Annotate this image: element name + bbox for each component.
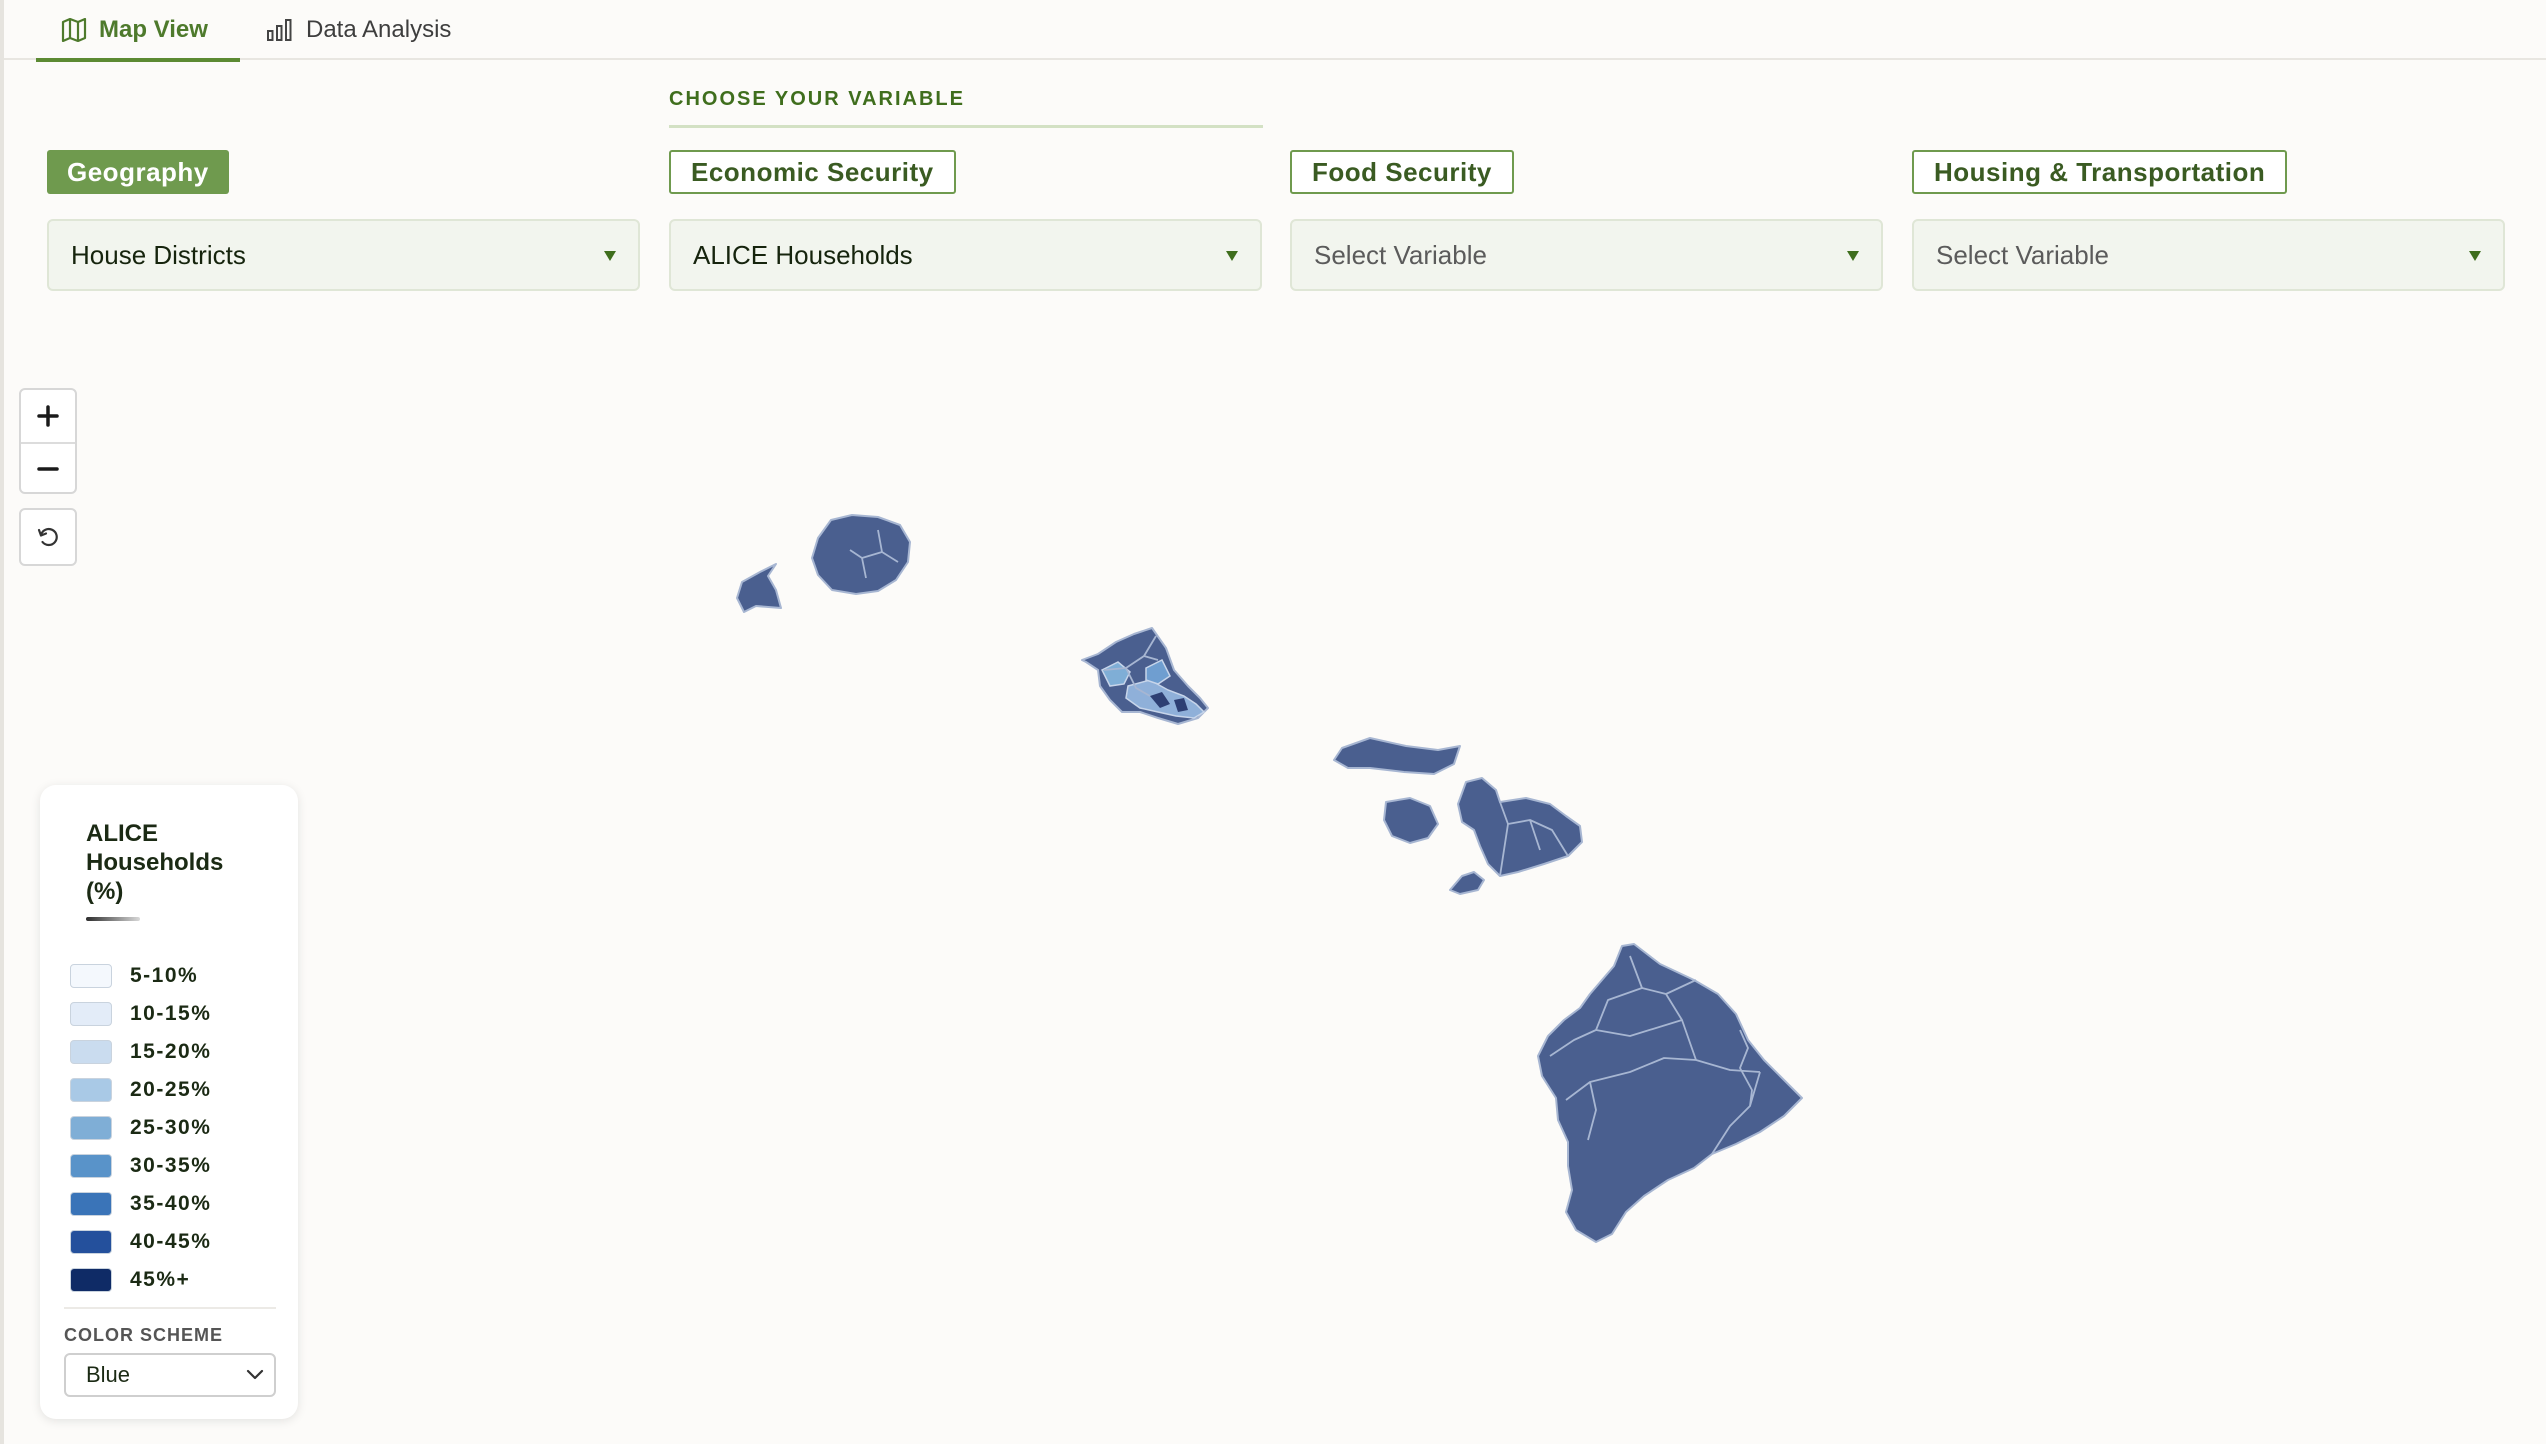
- color-scheme-value: Blue: [86, 1362, 131, 1387]
- chevron-down-icon: [246, 1369, 264, 1380]
- legend-title: ALICE Households (%): [86, 820, 224, 905]
- legend-item: 30-35%: [70, 1147, 211, 1185]
- reset-icon: [37, 527, 58, 547]
- caret-down-icon: [604, 251, 616, 261]
- legend-item: 35-40%: [70, 1185, 211, 1223]
- map-fill-group: [736, 514, 1803, 1243]
- legend-divider: [64, 1307, 276, 1309]
- island-kahoolawe[interactable]: [1449, 871, 1485, 895]
- caret-down-icon: [1847, 251, 1859, 261]
- minus-icon: [37, 467, 59, 471]
- island-niihau[interactable]: [736, 563, 782, 613]
- legend-swatch: [70, 1040, 112, 1064]
- frame-edge: [0, 0, 4, 1444]
- legend-item: 20-25%: [70, 1071, 211, 1109]
- legend-swatch: [70, 1116, 112, 1140]
- legend-item-label: 10-15%: [130, 1002, 212, 1025]
- legend-item-label: 15-20%: [130, 1040, 212, 1063]
- legend-swatch: [70, 1002, 112, 1026]
- legend-item: 5-10%: [70, 957, 211, 995]
- zoom-in-button[interactable]: [21, 390, 75, 442]
- tab-map-view[interactable]: Map View: [36, 0, 240, 62]
- legend-title-underline: [86, 917, 140, 921]
- tab-data-analysis[interactable]: Data Analysis: [266, 0, 451, 60]
- legend-swatch: [70, 964, 112, 988]
- tab-label: Map View: [99, 16, 208, 43]
- legend-item-label: 25-30%: [130, 1116, 212, 1139]
- map-legend: ALICE Households (%) 5-10% 10-15% 15-20%…: [40, 785, 298, 1419]
- economic-security-select[interactable]: ALICE Households: [669, 219, 1262, 291]
- legend-item-label: 30-35%: [130, 1154, 212, 1177]
- section-header-text: CHOOSE YOUR VARIABLE: [669, 88, 965, 110]
- island-molokai[interactable]: [1333, 737, 1461, 775]
- zoom-controls: [19, 388, 77, 494]
- tab-label: Data Analysis: [306, 16, 452, 43]
- legend-item: 40-45%: [70, 1223, 211, 1261]
- reset-view-button[interactable]: [19, 508, 77, 566]
- legend-item-label: 45%+: [130, 1268, 191, 1291]
- legend-item: 45%+: [70, 1261, 211, 1299]
- legend-item-label: 40-45%: [130, 1230, 212, 1253]
- select-placeholder: Select Variable: [1936, 239, 2109, 270]
- bar-chart-icon: [267, 19, 292, 41]
- plus-icon: [37, 405, 59, 427]
- select-placeholder: Select Variable: [1314, 239, 1487, 270]
- category-label-food-security: Food Security: [1290, 150, 1514, 194]
- select-value: House Districts: [71, 239, 246, 270]
- hawaii-map[interactable]: [700, 500, 1860, 1250]
- legend-item: 25-30%: [70, 1109, 211, 1147]
- legend-item: 15-20%: [70, 1033, 211, 1071]
- legend-item-label: 5-10%: [130, 964, 199, 987]
- geography-select[interactable]: House Districts: [47, 219, 640, 291]
- color-scheme-label: COLOR SCHEME: [64, 1325, 224, 1345]
- category-label-geography: Geography: [47, 150, 229, 194]
- legend-swatch: [70, 1154, 112, 1178]
- legend-swatch: [70, 1078, 112, 1102]
- caret-down-icon: [1226, 251, 1238, 261]
- select-value: ALICE Households: [693, 239, 913, 270]
- legend-item-label: 35-40%: [130, 1192, 212, 1215]
- island-maui[interactable]: [1457, 777, 1583, 877]
- housing-transportation-select[interactable]: Select Variable: [1912, 219, 2505, 291]
- legend-item-label: 20-25%: [130, 1078, 212, 1101]
- tab-bar: Map View Data Analysis: [4, 0, 2546, 62]
- legend-swatch: [70, 1230, 112, 1254]
- section-header: CHOOSE YOUR VARIABLE: [669, 88, 1263, 128]
- color-scheme-select[interactable]: Blue: [64, 1353, 276, 1397]
- legend-items: 5-10% 10-15% 15-20% 20-25% 25-30% 30-35%…: [70, 957, 211, 1299]
- legend-swatch: [70, 1192, 112, 1216]
- island-kauai[interactable]: [811, 514, 911, 595]
- category-label-housing-transportation: Housing & Transportation: [1912, 150, 2288, 194]
- legend-item: 10-15%: [70, 995, 211, 1033]
- zoom-out-button[interactable]: [21, 442, 75, 492]
- legend-swatch: [70, 1268, 112, 1292]
- caret-down-icon: [2469, 251, 2481, 261]
- island-hawaii[interactable]: [1537, 943, 1803, 1243]
- category-label-economic-security: Economic Security: [669, 150, 956, 194]
- island-lanai[interactable]: [1383, 797, 1439, 844]
- map-icon: [61, 18, 87, 42]
- food-security-select[interactable]: Select Variable: [1290, 219, 1883, 291]
